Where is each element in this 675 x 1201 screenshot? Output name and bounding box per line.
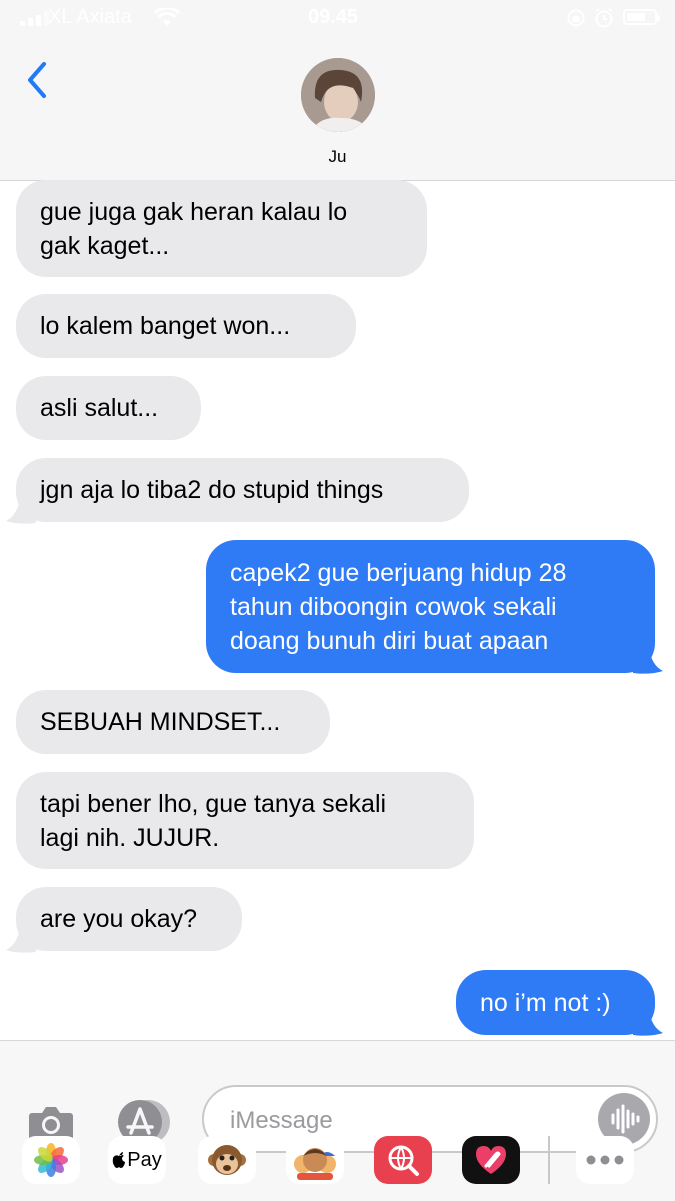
bubble-tail — [6, 926, 36, 953]
message-line: gak kaget... — [40, 231, 170, 260]
more-apps-button[interactable] — [576, 1136, 634, 1184]
chevron-left-icon — [28, 62, 46, 98]
message-line: jgn aja lo tiba2 do stupid things — [40, 476, 384, 504]
orientation-lock-icon — [567, 9, 585, 27]
web-images-search-button[interactable] — [374, 1136, 432, 1184]
bubble-tail — [633, 1009, 663, 1036]
message-line: tahun diboongin cowok sekali — [230, 592, 557, 621]
clock-time: 09.45 — [308, 6, 359, 28]
message-thread: gue juga gak heran kalau lo gak kaget...… — [0, 180, 675, 1041]
message-line: tapi bener lho, gue tanya sekali — [40, 789, 387, 818]
message-bubble-incoming[interactable]: asli salut... — [16, 376, 201, 440]
memoji-stickers-button[interactable] — [286, 1136, 344, 1184]
message-line: gue juga gak heran kalau lo — [40, 197, 348, 226]
message-line: capek2 gue berjuang hidup 28 — [230, 558, 567, 587]
signal-strength-icon — [20, 10, 49, 26]
contact-avatar[interactable] — [301, 58, 375, 132]
photos-icon — [34, 1143, 68, 1177]
status-bar: XL Axiata 09.45 — [0, 0, 675, 38]
app-drawer-divider — [548, 1136, 550, 1184]
photos-app-button[interactable] — [22, 1136, 80, 1184]
message-bubble-incoming[interactable]: tapi bener lho, gue tanya sekali lagi ni… — [16, 772, 474, 869]
message-line: no i’m not :) — [480, 988, 611, 1017]
heart-touch-icon — [476, 1146, 506, 1174]
monkey-icon — [208, 1145, 246, 1175]
memoji-icon — [294, 1148, 336, 1180]
globe-search-icon — [388, 1145, 419, 1176]
conversation-header: XL Axiata 09.45 Ju — [0, 0, 675, 181]
message-line: doang bunuh diri buat apaan — [230, 626, 549, 655]
message-line: asli salut... — [40, 394, 159, 422]
message-line: are you okay? — [40, 905, 198, 933]
carrier-name: XL Axiata — [48, 6, 132, 28]
alarm-icon — [595, 8, 613, 28]
message-line: lo kalem banget won... — [40, 312, 291, 340]
message-line: lagi nih. JUJUR. — [40, 823, 220, 852]
message-bubble-incoming[interactable]: are you okay? — [16, 887, 242, 951]
message-bubble-outgoing[interactable]: capek2 gue berjuang hidup 28 tahun diboo… — [206, 540, 655, 673]
bubble-tail — [633, 647, 663, 674]
back-button[interactable] — [20, 60, 54, 100]
message-bubble-incoming[interactable]: lo kalem banget won... — [16, 294, 356, 358]
message-bubble-incoming[interactable]: gue juga gak heran kalau lo gak kaget... — [16, 180, 427, 277]
apple-logo-icon — [113, 1152, 126, 1168]
contact-photo — [301, 58, 375, 132]
app-drawer: Pay — [0, 1130, 675, 1190]
apple-pay-label: Pay — [127, 1148, 162, 1171]
wifi-icon — [154, 8, 180, 26]
message-bubble-incoming[interactable]: SEBUAH MINDSET... — [16, 690, 330, 754]
animoji-button[interactable] — [198, 1136, 256, 1184]
apple-pay-button[interactable]: Pay — [108, 1136, 166, 1184]
message-bubble-outgoing[interactable]: no i’m not :) — [456, 970, 655, 1035]
ellipsis-icon — [586, 1155, 624, 1165]
message-line: SEBUAH MINDSET... — [40, 708, 281, 736]
battery-icon — [623, 9, 660, 25]
contact-name[interactable]: Ju — [0, 147, 675, 167]
message-bubble-incoming[interactable]: jgn aja lo tiba2 do stupid things — [16, 458, 469, 522]
bubble-tail — [6, 497, 36, 524]
digital-touch-button[interactable] — [462, 1136, 520, 1184]
